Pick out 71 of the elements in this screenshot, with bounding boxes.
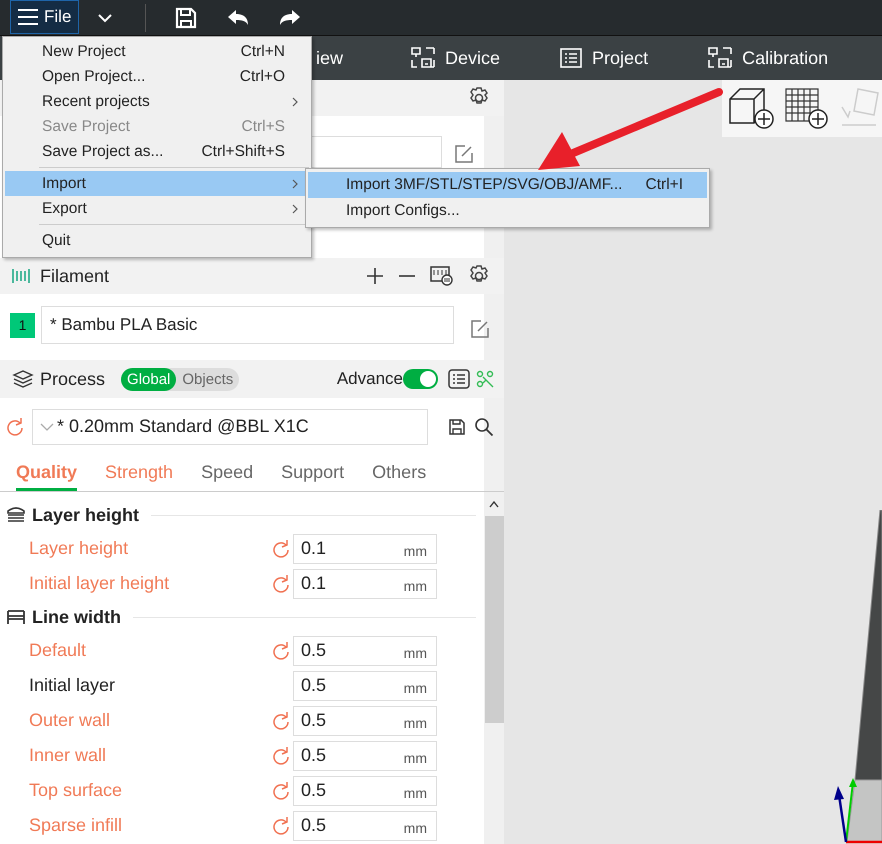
menu-icon	[17, 8, 39, 26]
search-icon[interactable]	[474, 416, 494, 436]
reset-icon[interactable]	[272, 782, 290, 800]
value-field[interactable]: 0.5 mm	[293, 636, 437, 666]
tools-icon[interactable]	[476, 370, 494, 388]
top-tab[interactable]: Device	[411, 47, 500, 69]
reset-icon[interactable]	[272, 712, 290, 730]
group-title: Layer height	[32, 504, 140, 526]
save-icon[interactable]	[448, 418, 466, 436]
layers-icon	[6, 506, 26, 524]
group-title: Line width	[32, 606, 121, 628]
setting-label: Top surface	[28, 780, 124, 801]
reset-icon[interactable]	[272, 816, 290, 834]
top-tab[interactable]: Calibration	[708, 47, 828, 69]
scope-option[interactable]: Objects	[176, 368, 240, 390]
value-field[interactable]: 0.1 mm	[293, 568, 437, 598]
file-menu-button[interactable]: File	[10, 0, 79, 34]
section-title: Process	[40, 368, 106, 390]
reset-icon[interactable]	[6, 418, 24, 436]
reset-icon[interactable]	[272, 574, 290, 592]
reset-icon[interactable]	[272, 540, 290, 558]
chevron-down-icon[interactable]	[97, 12, 113, 22]
setting-label: Initial layer height	[28, 573, 170, 594]
value-field[interactable]: 0.1 mm	[293, 534, 437, 564]
preset-dropdown[interactable]: * 0.20mm Standard @BBL X1C	[32, 408, 428, 444]
edit-icon[interactable]	[454, 144, 474, 164]
value-field[interactable]: 0.5 mm	[293, 706, 437, 736]
advance-label: Advance	[336, 369, 403, 389]
settings-tab[interactable]: Others	[372, 462, 426, 491]
device-icon	[708, 47, 732, 69]
spool-icon	[12, 268, 30, 284]
filament-field[interactable]: * Bambu PLA Basic	[41, 306, 454, 344]
settings-tab[interactable]: Speed	[201, 462, 254, 491]
setting-label: Initial layer	[28, 675, 116, 696]
plus-icon[interactable]	[366, 267, 384, 285]
filament-number: 1	[10, 312, 35, 338]
menu-item[interactable]: Import Configs...	[308, 198, 707, 224]
undo-icon[interactable]	[227, 8, 249, 26]
value-field[interactable]: 0.5 mm	[293, 670, 437, 700]
settings-tab[interactable]: Support	[281, 462, 344, 491]
value-field[interactable]: 0.5 mm	[293, 776, 437, 806]
advance-switch[interactable]	[403, 369, 438, 389]
reset-icon[interactable]	[272, 642, 290, 660]
top-tab[interactable]: iew	[316, 48, 344, 68]
setting-label: Sparse infill	[28, 815, 124, 836]
line-width-icon	[6, 609, 26, 625]
sync-icon[interactable]	[430, 266, 454, 286]
reset-icon[interactable]	[272, 746, 290, 764]
chevron-down-icon	[39, 422, 55, 432]
value-field[interactable]: 0.5 mm	[293, 810, 437, 840]
redo-icon[interactable]	[279, 8, 301, 26]
device-icon	[411, 47, 436, 69]
menu-item[interactable]: Import 3MF/STL/STEP/SVG/OBJ/AMF... Ctrl+I	[308, 172, 707, 198]
chevron-up-icon	[488, 500, 500, 508]
setting-label: Layer height	[28, 538, 130, 559]
setting-label: Outer wall	[28, 710, 112, 731]
menu-item[interactable]: Import	[5, 164, 309, 196]
list-icon	[560, 48, 582, 68]
chevron-right-icon	[291, 202, 299, 214]
list-icon[interactable]	[448, 369, 470, 389]
value-field[interactable]: 0.5 mm	[293, 740, 437, 770]
setting-label: Inner wall	[28, 745, 108, 766]
add-cube-icon[interactable]	[728, 86, 776, 130]
chevron-right-icon	[291, 96, 299, 108]
section-title: Filament	[40, 266, 110, 286]
top-tab[interactable]: Project	[560, 48, 648, 68]
setting-label: Default	[28, 640, 88, 661]
chevron-right-icon	[291, 178, 299, 190]
edit-icon[interactable]	[470, 319, 490, 339]
add-plate-icon[interactable]	[784, 86, 830, 130]
layers-icon	[12, 369, 34, 389]
